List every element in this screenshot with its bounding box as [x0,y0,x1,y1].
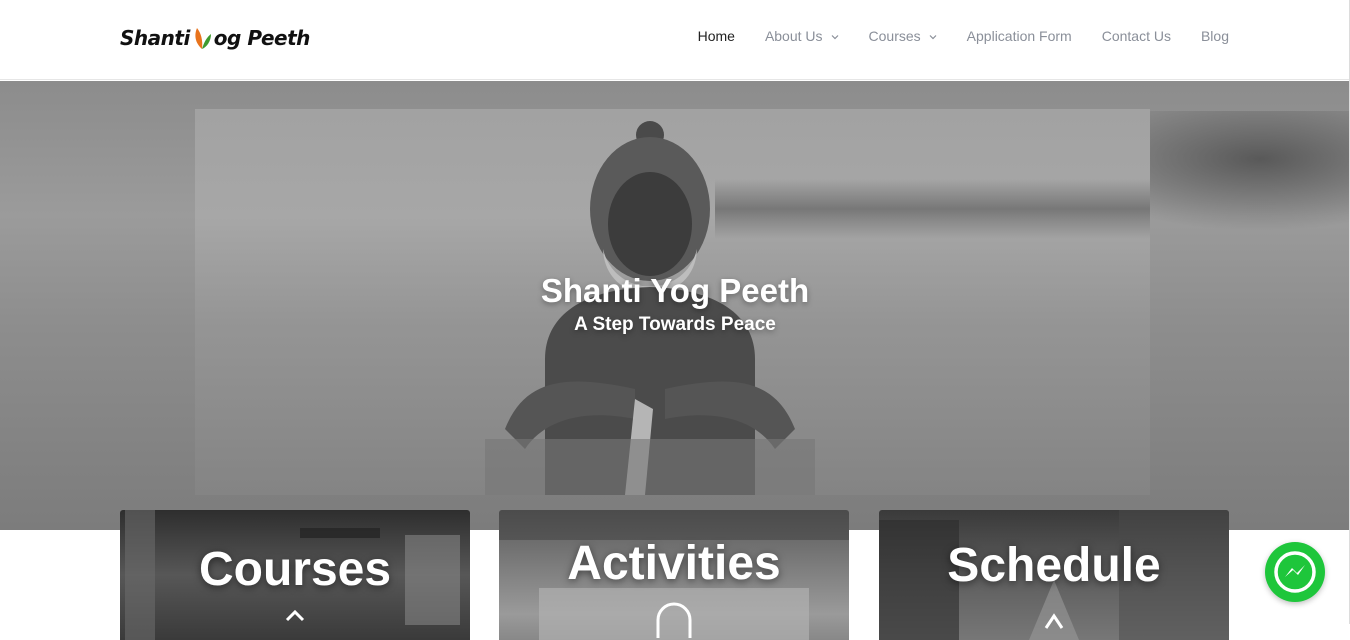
hero-title: Shanti Yog Peeth [540,272,810,309]
logo-text-part1: Shanti [120,26,190,50]
arch-icon [656,602,692,638]
card-activities[interactable]: Activities [499,510,849,640]
site-logo[interactable]: Shanti og Peeth [120,24,310,52]
arrow-up-icon [285,609,305,622]
leaf-icon [195,28,211,49]
card-schedule-title: Schedule [947,539,1161,592]
nav-contact-us[interactable]: Contact Us [1102,28,1171,44]
nav-courses[interactable]: Courses [869,28,937,44]
nav-home[interactable]: Home [698,28,735,44]
nav-about-us-label: About Us [764,28,823,44]
chevron-down-icon [831,34,838,39]
hero-banner: Shanti Yog Peeth A Step Towards Peace [0,81,1350,530]
nav-application-form[interactable]: Application Form [967,28,1072,44]
messenger-chat-button[interactable] [1265,542,1325,602]
logo-text-part2: og Peeth [213,26,311,50]
nav-blog-label: Blog [1200,28,1229,44]
card-courses-title: Courses [198,543,392,596]
card-courses[interactable]: Courses [120,510,470,640]
nav-contact-us-label: Contact Us [1101,28,1171,44]
hero-subtitle: A Step Towards Peace [574,314,776,335]
nav-courses-label: Courses [868,28,921,44]
nav-about-us[interactable]: About Us [765,28,839,44]
triangle-icon [1044,613,1064,629]
nav-home-label: Home [697,28,735,44]
card-activities-title: Activities [567,537,781,590]
messenger-icon [1274,551,1316,593]
main-nav: Home About Us Courses Application Form C… [668,28,1229,44]
card-schedule[interactable]: Schedule [879,510,1229,640]
nav-application-form-label: Application Form [966,28,1072,44]
site-header: Shanti og Peeth Home About Us Courses Ap… [0,0,1350,80]
chevron-down-icon [929,34,937,39]
nav-blog[interactable]: Blog [1201,28,1229,44]
